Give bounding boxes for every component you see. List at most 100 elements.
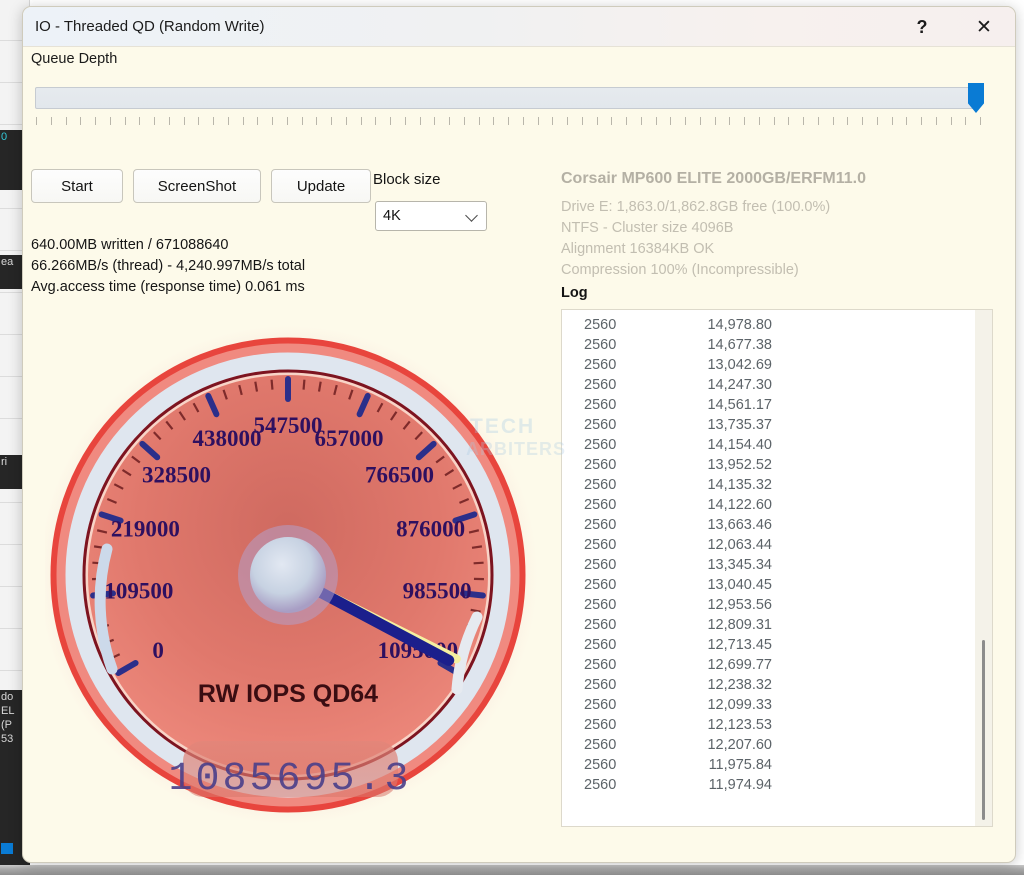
slider-tick (832, 117, 834, 125)
queue-depth-slider[interactable] (35, 83, 995, 129)
slider-tick (109, 117, 111, 125)
log-row[interactable]: 2560 13,735.37 (562, 415, 962, 435)
gauge-tick-label: 657000 (315, 426, 384, 451)
log-row-value: 11,974.94 (708, 777, 772, 793)
log-row-value: 14,677.38 (707, 337, 772, 353)
log-row[interactable]: 2560 12,238.32 (562, 675, 962, 695)
slider-tick (817, 117, 819, 125)
log-row-value: 14,247.30 (707, 377, 772, 393)
gauge-tick-label: 547500 (254, 413, 323, 438)
slider-tick (183, 117, 185, 125)
gauge-tick-label: 766500 (365, 463, 434, 488)
log-row[interactable]: 2560 14,154.40 (562, 435, 962, 455)
slider-tick (891, 117, 893, 125)
log-row-value: 13,040.45 (707, 577, 772, 593)
log-row-qd: 2560 (584, 637, 617, 653)
slider-track[interactable] (35, 87, 979, 109)
log-row-value: 13,663.46 (707, 517, 772, 533)
log-row-qd: 2560 (584, 697, 617, 713)
log-row[interactable]: 2560 14,247.30 (562, 375, 962, 395)
log-list[interactable]: 2560 14,978.80 2560 14,677.38 2560 13,042.69 2… (561, 309, 993, 827)
block-size-value: 4K (383, 208, 401, 224)
log-row[interactable]: 2560 12,123.53 (562, 715, 962, 735)
log-row-qd: 2560 (584, 617, 617, 633)
log-row[interactable]: 2560 12,099.33 (562, 695, 962, 715)
log-row[interactable]: 2560 13,952.52 (562, 455, 962, 475)
slider-tick (65, 117, 67, 125)
title-bar: IO - Threaded QD (Random Write) ? ✕ (23, 7, 1015, 47)
log-row-qd: 2560 (584, 757, 617, 773)
slider-tick (80, 117, 82, 125)
log-row[interactable]: 2560 12,713.45 (562, 635, 962, 655)
log-scrollbar-thumb[interactable] (982, 640, 985, 820)
log-row[interactable]: 2560 13,040.45 (562, 575, 962, 595)
slider-tick (50, 117, 52, 125)
queue-depth-label: Queue Depth (31, 51, 118, 67)
log-row-value: 12,123.53 (707, 717, 772, 733)
background-accent-chip (1, 843, 13, 854)
log-row-value: 14,561.17 (707, 397, 772, 413)
slider-tick (95, 117, 96, 125)
gauge-tick-label: 219000 (111, 517, 180, 542)
window-title: IO - Threaded QD (Random Write) (35, 18, 265, 35)
help-button[interactable]: ? (899, 7, 945, 47)
log-row[interactable]: 2560 14,135.32 (562, 475, 962, 495)
log-row[interactable]: 2560 12,063.44 (562, 535, 962, 555)
block-size-select[interactable]: 4K (375, 201, 487, 231)
log-row-qd: 2560 (584, 437, 617, 453)
log-row-qd: 2560 (584, 457, 617, 473)
log-row-qd: 2560 (584, 377, 617, 393)
slider-tick (626, 117, 627, 125)
slider-tick (611, 117, 613, 125)
slider-tick (744, 117, 745, 125)
log-row[interactable]: 2560 13,345.34 (562, 555, 962, 575)
slider-tick (876, 117, 878, 125)
log-row-value: 14,122.60 (707, 497, 772, 513)
slider-tick (714, 117, 716, 125)
slider-tick (493, 117, 495, 125)
log-row-qd: 2560 (584, 417, 617, 433)
log-scrollbar-track[interactable] (975, 310, 992, 826)
slider-tick (965, 117, 967, 125)
log-row-value: 14,978.80 (707, 317, 772, 333)
slider-tick (862, 117, 863, 125)
screenshot-button[interactable]: ScreenShot (133, 169, 261, 203)
slider-tick (773, 117, 775, 125)
log-row[interactable]: 2560 12,207.60 (562, 735, 962, 755)
slider-tick (434, 117, 436, 125)
start-button[interactable]: Start (31, 169, 123, 203)
log-row-value: 13,042.69 (707, 357, 772, 373)
log-row[interactable]: 2560 12,699.77 (562, 655, 962, 675)
slider-tick (375, 117, 377, 125)
log-row[interactable]: 2560 14,978.80 (562, 315, 962, 335)
update-button[interactable]: Update (271, 169, 371, 203)
log-row[interactable]: 2560 11,975.84 (562, 755, 962, 775)
slider-tick (537, 117, 539, 125)
log-row[interactable]: 2560 14,677.38 (562, 335, 962, 355)
log-row[interactable]: 2560 13,663.46 (562, 515, 962, 535)
slider-tick (404, 117, 406, 125)
slider-tick (301, 117, 303, 125)
io-threaded-qd-dialog: IO - Threaded QD (Random Write) ? ✕ Queu… (22, 6, 1016, 863)
log-row-value: 12,713.45 (707, 637, 772, 653)
slider-tick (950, 117, 952, 125)
log-row[interactable]: 2560 13,042.69 (562, 355, 962, 375)
log-row[interactable]: 2560 12,953.56 (562, 595, 962, 615)
slider-tick (935, 117, 937, 125)
close-button[interactable]: ✕ (961, 7, 1007, 47)
log-row[interactable]: 2560 14,122.60 (562, 495, 962, 515)
slider-tick (331, 117, 332, 125)
slider-tick (286, 117, 288, 125)
slider-tick (124, 117, 126, 125)
slider-tick (213, 117, 214, 125)
slider-tick (788, 117, 790, 125)
gauge-tick-label: 985500 (403, 579, 472, 604)
log-row-value: 12,099.33 (707, 697, 772, 713)
log-row[interactable]: 2560 14,561.17 (562, 395, 962, 415)
throughput-stats: 640.00MB written / 671088640 66.266MB/s … (31, 237, 306, 295)
log-row[interactable]: 2560 11,974.94 (562, 775, 962, 795)
slider-tick (154, 117, 155, 125)
log-row[interactable]: 2560 12,809.31 (562, 615, 962, 635)
log-row-qd: 2560 (584, 317, 617, 333)
log-row-value: 14,154.40 (707, 437, 772, 453)
